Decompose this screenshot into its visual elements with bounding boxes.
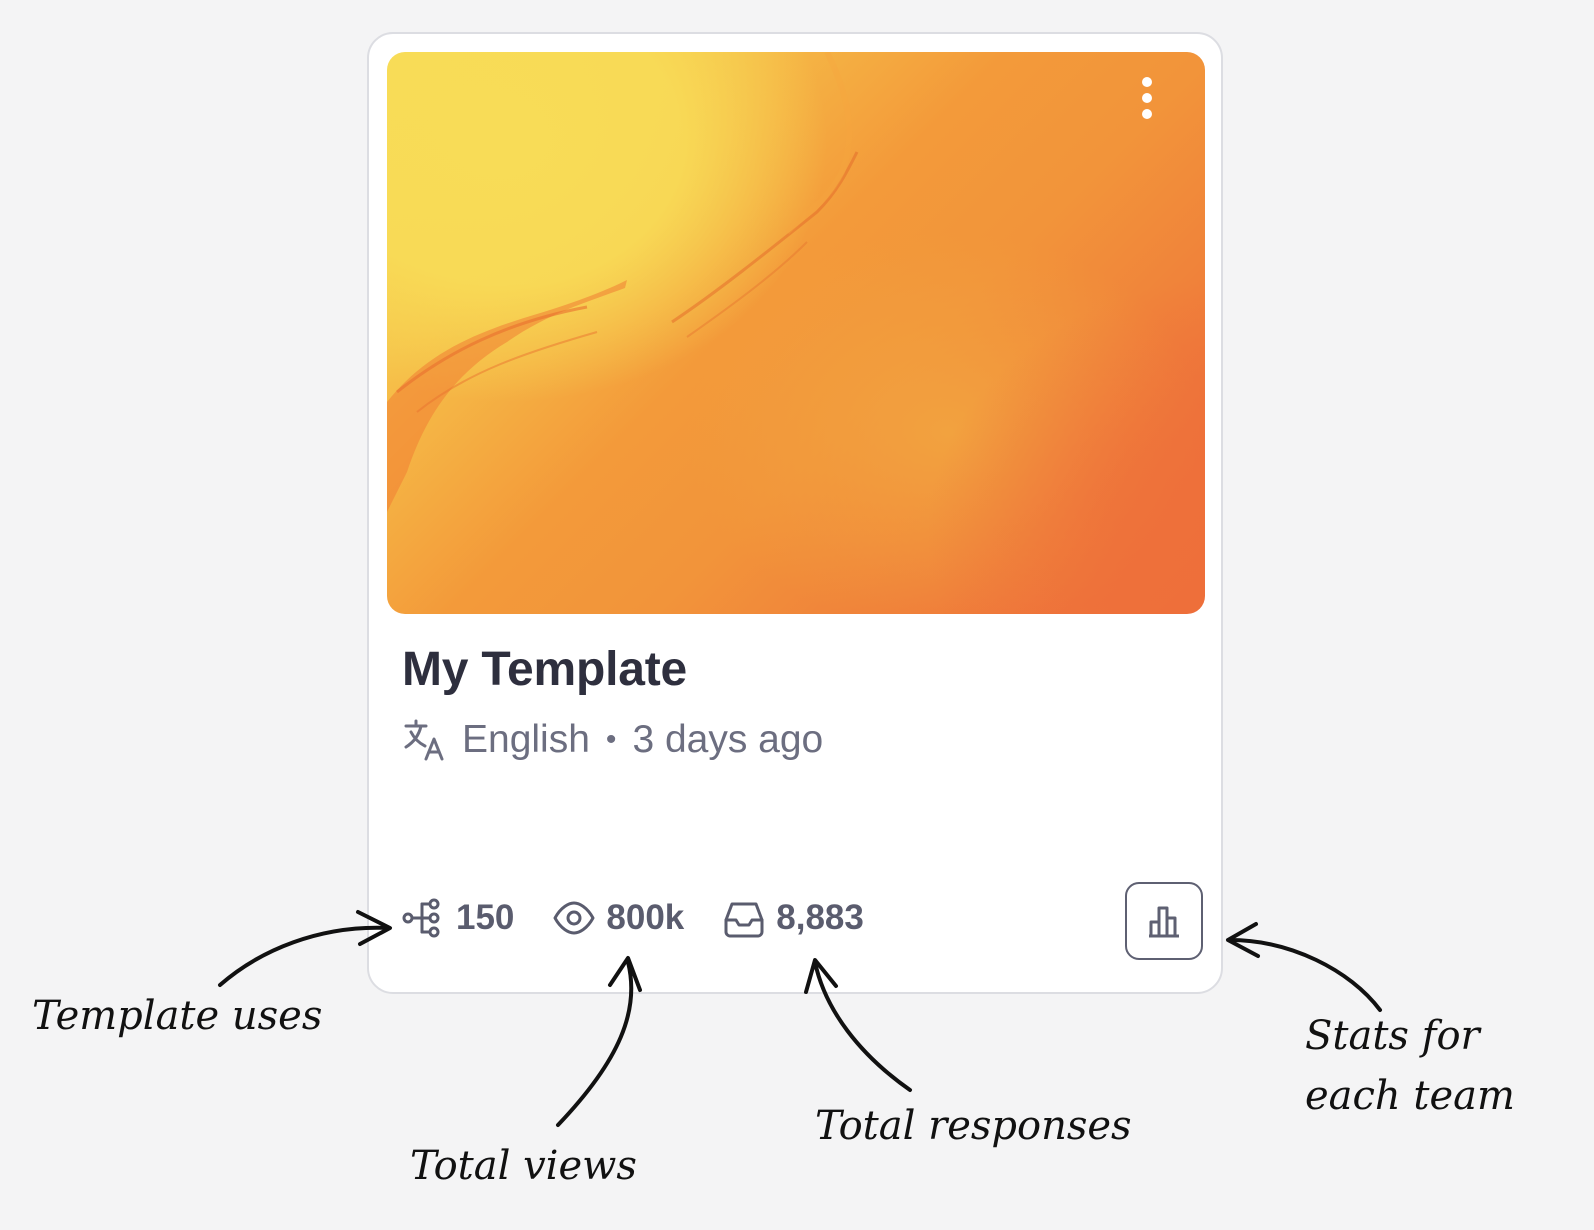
annotation-total-views: Total views [410, 1143, 637, 1189]
annotation-total-responses: Total responses [815, 1103, 1132, 1149]
annotation-template-uses: Template uses [32, 993, 323, 1039]
annotation-team-stats-line1: Stats for [1305, 1013, 1480, 1059]
annotation-team-stats-line2: each team [1305, 1073, 1515, 1119]
